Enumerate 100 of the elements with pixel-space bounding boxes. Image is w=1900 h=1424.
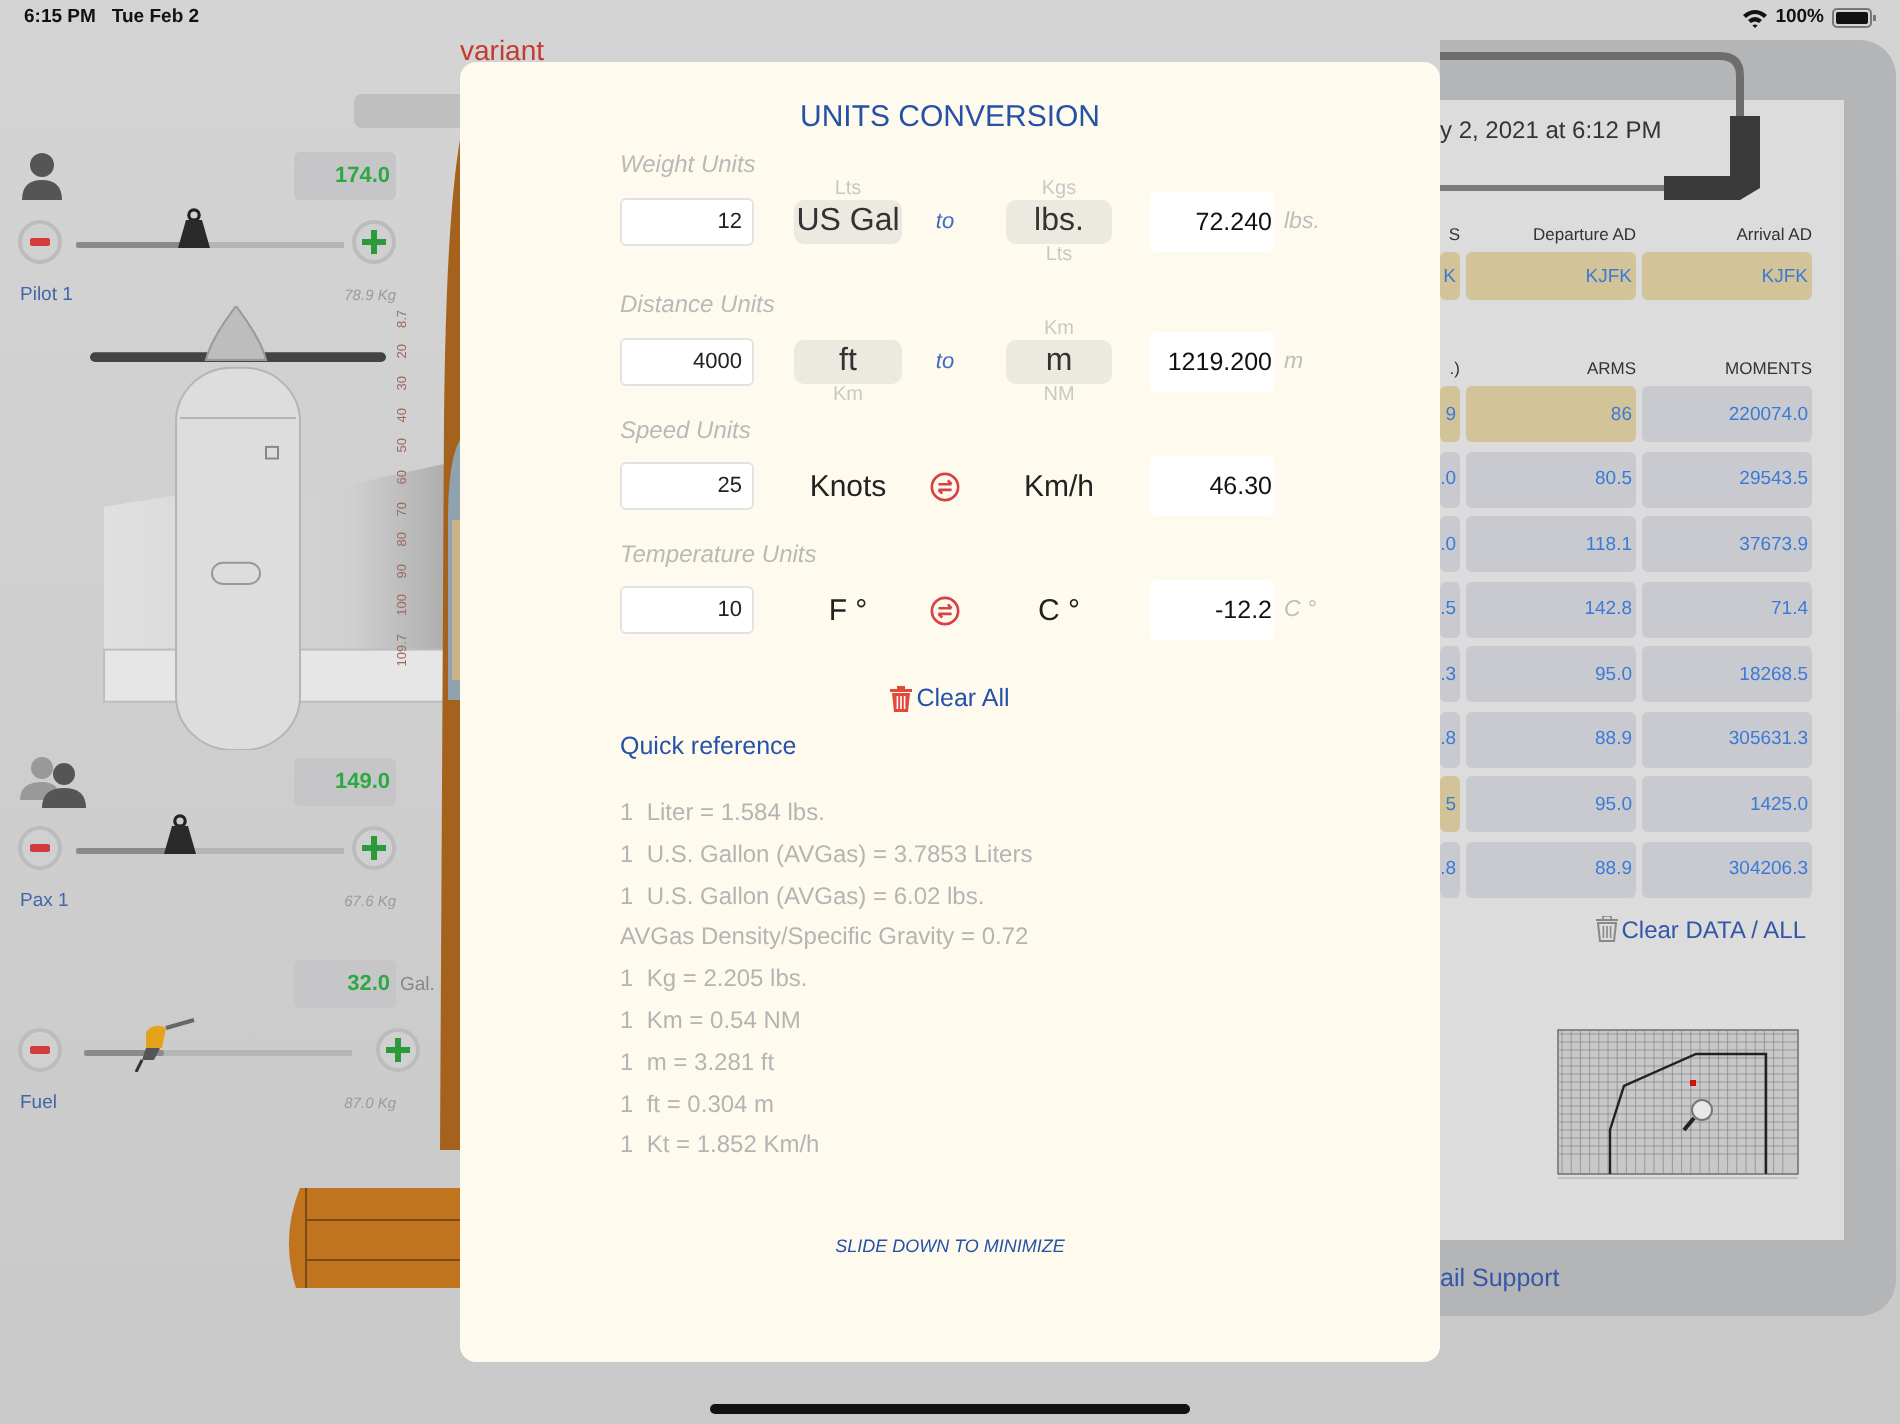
picker-selected-option[interactable]: lbs.: [1006, 200, 1112, 244]
column-header: S: [1446, 224, 1460, 244]
section-label: Weight Units: [620, 150, 758, 178]
unit-name: F °: [828, 593, 868, 627]
swap-icon[interactable]: [930, 595, 960, 625]
reference-line: 1 U.S. Gallon (AVGas) = 6.02 lbs.: [620, 879, 987, 914]
result-field: 72.240: [1150, 192, 1274, 252]
reference-line: 1 Kg = 2.205 lbs.: [620, 962, 810, 997]
decrease-button[interactable]: [18, 220, 62, 264]
load-label: Fuel: [20, 1091, 57, 1113]
table-cell: 1425.0: [1642, 776, 1812, 832]
picker-selected-option[interactable]: ft: [794, 340, 902, 384]
minus-icon: [30, 844, 50, 852]
reference-line: 1 ft = 0.304 m: [620, 1087, 777, 1122]
picker-selected-option[interactable]: US Gal: [794, 200, 902, 244]
reference-line: 1 Liter = 1.584 lbs.: [620, 796, 827, 830]
weight-icon[interactable]: [162, 814, 199, 854]
plus-icon: [362, 230, 386, 254]
result-field: 46.30: [1150, 456, 1274, 516]
battery-percent: 100%: [1775, 6, 1824, 28]
column-header: Departure AD: [1531, 224, 1636, 244]
reference-line: 1 m = 3.281 ft: [620, 1045, 777, 1080]
result-unit: lbs.: [1284, 210, 1320, 234]
input-field[interactable]: 4000: [620, 338, 754, 386]
reference-line: AVGas Density/Specific Gravity = 0.72: [620, 920, 1031, 955]
table-cell: .3: [1440, 646, 1460, 702]
support-link[interactable]: ail Support: [1440, 1264, 1896, 1292]
weight-icon[interactable]: [175, 208, 212, 248]
table-cell: 18268.5: [1642, 646, 1812, 702]
input-field[interactable]: 10: [620, 586, 754, 634]
minus-icon: [30, 1046, 50, 1054]
clear-all-button[interactable]: Clear All: [870, 680, 1030, 716]
wifi-icon: [1741, 7, 1768, 27]
table-cell: 37673.9: [1642, 516, 1812, 572]
table-cell: .5: [1440, 581, 1460, 637]
status-time: 6:15 PM: [24, 6, 96, 28]
weight-value: 149.0: [294, 758, 396, 806]
table-cell: 29543.5: [1642, 451, 1812, 507]
table-cell: 95.0: [1466, 646, 1636, 702]
fuel-nozzle-icon[interactable]: [130, 1016, 199, 1072]
input-field[interactable]: 12: [620, 198, 754, 246]
increase-button[interactable]: [352, 826, 396, 870]
column-header: MOMENTS: [1723, 358, 1812, 378]
load-label: Pax 1: [20, 889, 69, 911]
clear-data-button[interactable]: Clear DATA / ALL: [1595, 913, 1806, 945]
weight-value: 32.0: [294, 960, 396, 1008]
minimize-hint: SLIDE DOWN TO MINIMIZE: [833, 1236, 1067, 1257]
input-field[interactable]: 25: [620, 462, 754, 510]
picker-selected-option[interactable]: m: [1006, 340, 1112, 384]
trash-icon: [890, 685, 913, 711]
table-cell[interactable]: 5: [1440, 776, 1460, 832]
reference-line: 1 Kt = 1.852 Km/h: [620, 1128, 822, 1163]
person-icon: [20, 152, 64, 200]
table-cell: 80.5: [1466, 451, 1636, 507]
table-cell: 142.8: [1466, 581, 1636, 637]
table-cell: .8: [1440, 841, 1460, 897]
table-cell: 118.1: [1466, 516, 1636, 572]
quick-reference-heading: Quick reference: [620, 732, 799, 760]
table-cell[interactable]: 9: [1440, 386, 1460, 442]
connector-text: to: [933, 350, 957, 374]
result-unit: C °: [1284, 598, 1317, 622]
sheet-date: y 2, 2021 at 6:12 PM: [1440, 114, 1664, 144]
plus-icon: [386, 1038, 410, 1062]
column-header: .): [1447, 358, 1460, 378]
unit-label: Gal.: [400, 973, 435, 995]
input-field[interactable]: [354, 94, 460, 128]
table-cell: 88.9: [1466, 711, 1636, 767]
table-cell: .8: [1440, 711, 1460, 767]
table-cell: .0: [1440, 451, 1460, 507]
minus-icon: [30, 238, 50, 246]
result-field: 1219.200: [1150, 332, 1274, 392]
section-label: Speed Units: [620, 416, 753, 444]
increase-button[interactable]: [352, 220, 396, 264]
result-unit: m: [1284, 350, 1304, 374]
table-cell[interactable]: 86: [1466, 386, 1636, 442]
table-cell: 305631.3: [1642, 711, 1812, 767]
plus-icon: [362, 836, 386, 860]
unit-name: Km/h: [1023, 469, 1094, 503]
increase-button[interactable]: [376, 1028, 420, 1072]
connector-text: to: [933, 210, 957, 234]
table-cell: 220074.0: [1642, 386, 1812, 442]
section-label: Temperature Units: [620, 540, 819, 568]
decrease-button[interactable]: [18, 826, 62, 870]
table-cell: 71.4: [1642, 581, 1812, 637]
reference-line: 1 U.S. Gallon (AVGas) = 3.7853 Liters: [620, 837, 1035, 872]
table-cell[interactable]: KJFK: [1642, 252, 1812, 300]
swap-icon[interactable]: [930, 471, 960, 501]
reference-line: 1 Km = 0.54 NM: [620, 1003, 803, 1038]
table-cell[interactable]: K: [1440, 252, 1460, 300]
table-cell: 95.0: [1466, 776, 1636, 832]
load-label: Pilot 1: [20, 283, 73, 305]
weight-value: 174.0: [294, 152, 396, 200]
column-header: Arrival AD: [1734, 224, 1812, 244]
background-title: variant: [460, 32, 547, 62]
battery-icon: [1832, 7, 1876, 27]
decrease-button[interactable]: [18, 1028, 62, 1072]
column-header: ARMS: [1584, 358, 1636, 378]
table-cell: 304206.3: [1642, 841, 1812, 897]
table-cell: 88.9: [1466, 841, 1636, 897]
table-cell[interactable]: KJFK: [1466, 252, 1636, 300]
